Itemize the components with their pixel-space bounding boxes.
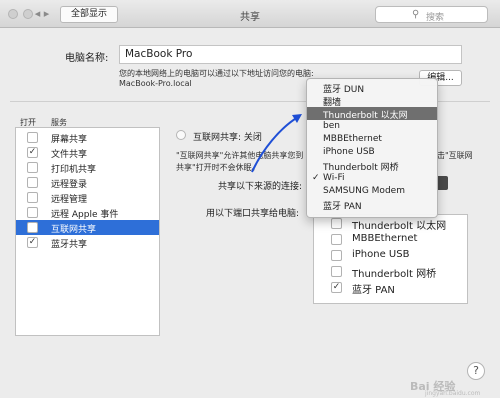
menu-item-samsung-modem[interactable]: SAMSUNG Modem (307, 185, 437, 198)
menu-item-thunderbolt-ethernet[interactable]: Thunderbolt 以太网 (307, 107, 437, 121)
menu-item-wifi[interactable]: ✓ Wi-Fi (307, 172, 437, 185)
menu-item-iphone-usb[interactable]: iPhone USB (307, 146, 437, 159)
menu-item-thunderbolt-bridge[interactable]: Thunderbolt 网桥 (307, 159, 437, 173)
menu-item-bluetooth-pan[interactable]: 蓝牙 PAN (307, 198, 437, 212)
menu-item-vpn[interactable]: 翻墙 (307, 94, 437, 108)
menu-item-bluetooth-dun[interactable]: 蓝牙 DUN (307, 81, 437, 95)
menu-item-mbbethernet[interactable]: MBBEthernet (307, 133, 437, 146)
source-dropdown-menu: 蓝牙 DUN 翻墙 Thunderbolt 以太网 ben MBBEtherne… (306, 78, 438, 218)
help-button[interactable]: ? (467, 362, 485, 380)
watermark-url: jingyan.baidu.com (425, 390, 481, 397)
menu-item-ben[interactable]: ben (307, 120, 437, 133)
sharing-window: ◂ ▸ 全部显示 共享 ⚲ 搜索 电脑名称: MacBook Pro 您的本地网… (0, 0, 500, 398)
check-icon: ✓ (312, 173, 320, 183)
